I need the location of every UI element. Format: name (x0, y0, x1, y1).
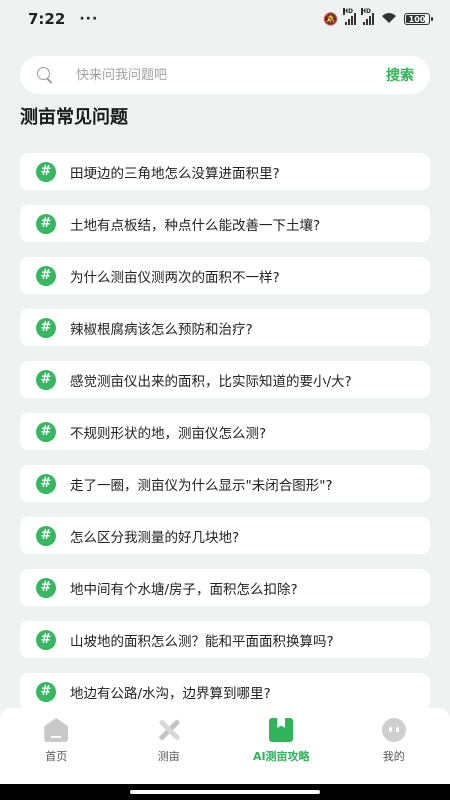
faq-item[interactable]: # 辣椒根腐病该怎么预防和治疗? (20, 309, 430, 346)
search-bar: 搜索 (20, 56, 430, 94)
faq-item[interactable]: # 地边有公路/水沟，边界算到哪里? (20, 673, 430, 710)
faq-question: 感觉测亩仪出来的面积，比实际知道的要小/大? (70, 373, 352, 390)
faq-question: 为什么测亩仪测两次的面积不一样? (70, 269, 280, 286)
hash-icon: # (36, 577, 56, 598)
status-left: 7:22 ··· (28, 10, 98, 28)
search-input[interactable] (76, 67, 386, 83)
faq-item[interactable]: # 为什么测亩仪测两次的面积不一样? (20, 257, 430, 294)
status-more-dots: ··· (79, 11, 99, 27)
battery-level: 100 (408, 14, 426, 24)
faq-item[interactable]: # 走了一圈，测亩仪为什么显示"未闭合图形"? (20, 465, 430, 502)
book-icon (269, 718, 294, 742)
hash-icon: # (36, 421, 56, 442)
search-button[interactable]: 搜索 (386, 65, 414, 85)
faq-item[interactable]: # 不规则形状的地，测亩仪怎么测? (20, 413, 430, 450)
wifi-icon (381, 12, 397, 27)
status-time: 7:22 (28, 10, 66, 28)
tab-home[interactable]: 首页 (6, 718, 106, 764)
faq-question: 辣椒根腐病该怎么预防和治疗? (70, 321, 253, 338)
signal-icon-2: HD (361, 8, 374, 25)
faq-list: # 田埂边的三角地怎么没算进面积里? # 土地有点板结，种点什么能改善一下土壤?… (20, 153, 430, 725)
faq-item[interactable]: # 田埂边的三角地怎么没算进面积里? (20, 153, 430, 190)
battery-icon: 100 (404, 13, 433, 25)
home-indicator[interactable] (130, 790, 320, 794)
hash-icon: # (36, 369, 56, 390)
hash-icon: # (36, 629, 56, 650)
faq-item[interactable]: # 山坡地的面积怎么测？能和平面面积换算吗? (20, 621, 430, 658)
hash-icon: # (36, 161, 56, 182)
hash-icon: # (36, 525, 56, 546)
faq-item[interactable]: # 土地有点板结，种点什么能改善一下土壤? (20, 205, 430, 242)
hash-icon: # (36, 681, 56, 702)
hash-icon: # (36, 265, 56, 286)
faq-question: 田埂边的三角地怎么没算进面积里? (70, 165, 280, 182)
home-icon (44, 718, 69, 742)
faq-question: 怎么区分我测量的好几块地? (70, 529, 240, 546)
hash-icon: # (36, 213, 56, 234)
signal-icon-1: HD (343, 8, 356, 25)
profile-icon (381, 718, 406, 742)
faq-item[interactable]: # 地中间有个水塘/房子，面积怎么扣除? (20, 569, 430, 606)
hash-icon: # (36, 317, 56, 338)
tab-measure[interactable]: 测亩 (119, 718, 219, 764)
faq-question: 不规则形状的地，测亩仪怎么测? (70, 425, 267, 442)
tab-label: AI测亩攻略 (252, 750, 310, 763)
faq-question: 土地有点板结，种点什么能改善一下土壤? (70, 217, 321, 234)
tab-profile[interactable]: 我的 (344, 718, 444, 764)
mute-icon: 🔕 (323, 12, 338, 26)
signal-2-label: HD (361, 8, 372, 15)
bottom-tab-bar: 首页 测亩 AI测亩攻略 我的 (0, 708, 450, 784)
section-title: 测亩常见问题 (20, 107, 128, 128)
status-right: 🔕 HD HD 100 (323, 8, 433, 27)
faq-question: 地边有公路/水沟，边界算到哪里? (70, 685, 271, 702)
tab-label: 首页 (45, 750, 68, 763)
tab-label: 我的 (382, 750, 405, 763)
hash-icon: # (36, 473, 56, 494)
faq-question: 走了一圈，测亩仪为什么显示"未闭合图形"? (70, 477, 333, 494)
signal-1-label: HD (343, 8, 354, 15)
tab-label: 测亩 (157, 750, 180, 763)
measure-icon (157, 718, 181, 742)
faq-item[interactable]: # 感觉测亩仪出来的面积，比实际知道的要小/大? (20, 361, 430, 398)
faq-question: 山坡地的面积怎么测？能和平面面积换算吗? (70, 633, 334, 650)
status-bar: 7:22 ··· 🔕 HD HD 100 (0, 0, 450, 38)
search-icon (36, 66, 54, 84)
faq-item[interactable]: # 怎么区分我测量的好几块地? (20, 517, 430, 554)
faq-question: 地中间有个水塘/房子，面积怎么扣除? (70, 581, 298, 598)
tab-ai-guide[interactable]: AI测亩攻略 (231, 718, 331, 764)
